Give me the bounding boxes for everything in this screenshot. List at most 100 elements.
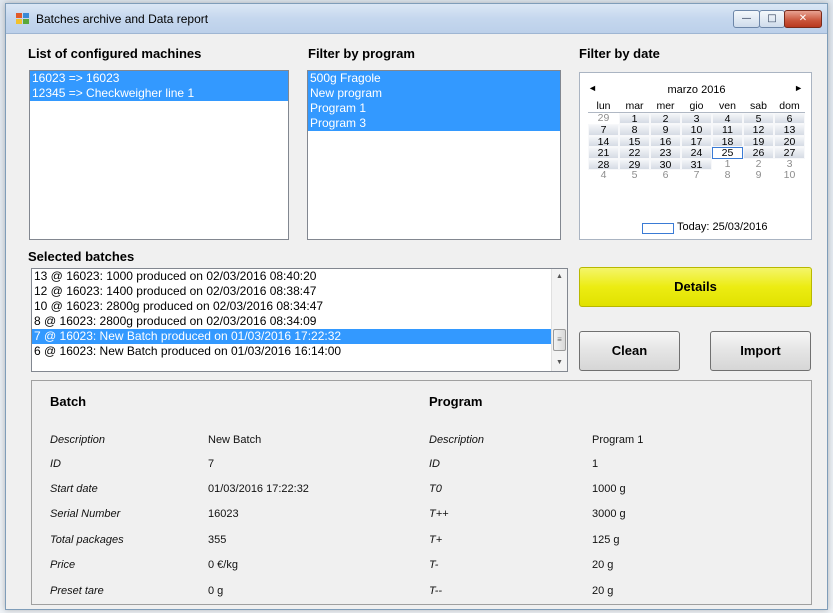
calendar-day[interactable]: 10 xyxy=(774,170,805,182)
calendar-week: 29 1 2 3 4 5 6 xyxy=(588,112,805,125)
batch-field-value: 7 xyxy=(208,458,215,470)
weekday-label: mer xyxy=(650,101,681,113)
import-button[interactable]: Import xyxy=(710,331,811,371)
program-item[interactable]: New program xyxy=(308,86,560,101)
details-button[interactable]: Details xyxy=(579,267,812,307)
batch-heading: Batch xyxy=(50,394,87,409)
calendar-day[interactable]: 10 xyxy=(681,124,712,136)
minimize-button[interactable]: — xyxy=(733,10,760,28)
calendar-day[interactable]: 9 xyxy=(743,170,774,182)
calendar-grid: lun mar mer gio ven sab dom 29 1 2 3 4 5 6 7 8 9 10 11 12 1… xyxy=(588,101,805,182)
calendar-week: 14 15 16 17 18 19 20 xyxy=(588,135,805,147)
batch-field-value: New Batch xyxy=(208,434,262,446)
scroll-down-arrow-icon[interactable]: ▼ xyxy=(552,355,567,371)
program-item[interactable]: 500g Fragole xyxy=(308,71,560,86)
calendar-day[interactable]: 13 xyxy=(774,124,805,136)
calendar-day[interactable]: 24 xyxy=(681,147,712,159)
calendar-day[interactable]: 11 xyxy=(712,124,743,136)
batch-field-value: 355 xyxy=(208,534,227,546)
today-marker-icon xyxy=(642,223,674,234)
machines-listbox[interactable]: 16023 => 16023 12345 => Checkweigher lin… xyxy=(29,70,289,240)
calendar-day[interactable]: 8 xyxy=(619,124,650,136)
programs-listbox[interactable]: 500g Fragole New program Program 1 Progr… xyxy=(307,70,561,240)
program-field-value: 20 g xyxy=(592,559,614,571)
calendar-day[interactable]: 22 xyxy=(619,147,650,159)
calendar-day[interactable]: 16 xyxy=(650,135,681,147)
calendar-day[interactable]: 14 xyxy=(588,135,619,147)
weekday-label: sab xyxy=(743,101,774,113)
calendar-day[interactable]: 17 xyxy=(681,135,712,147)
calendar-day[interactable]: 5 xyxy=(619,170,650,182)
calendar-day[interactable]: 25 xyxy=(712,147,743,159)
calendar-day[interactable]: 3 xyxy=(681,112,712,124)
calendar-day[interactable]: 19 xyxy=(743,135,774,147)
clean-button[interactable]: Clean xyxy=(579,331,680,371)
window-title: Batches archive and Data report xyxy=(36,12,209,26)
calendar-day[interactable]: 6 xyxy=(650,170,681,182)
program-item[interactable]: Program 1 xyxy=(308,101,560,116)
calendar-day[interactable]: 20 xyxy=(774,135,805,147)
batches-scrollbar[interactable]: ▲ ≡ ▼ xyxy=(551,269,567,371)
batch-field-label: Total packages xyxy=(50,534,124,546)
batch-field-label: Preset tare xyxy=(50,585,104,597)
batch-field-value: 0 €/kg xyxy=(208,559,238,571)
calendar-day[interactable]: 4 xyxy=(712,112,743,124)
calendar-day[interactable]: 29 xyxy=(588,112,619,125)
batch-field-label: Serial Number xyxy=(50,508,121,520)
calendar-week: 7 8 9 10 11 12 13 xyxy=(588,124,805,136)
calendar-day[interactable]: 27 xyxy=(774,147,805,159)
maximize-button[interactable]: □ xyxy=(759,10,785,28)
calendar-day[interactable]: 12 xyxy=(743,124,774,136)
machine-item[interactable]: 12345 => Checkweigher line 1 xyxy=(30,86,288,101)
calendar-day[interactable]: 5 xyxy=(743,112,774,124)
batch-item[interactable]: 13 @ 16023: 1000 produced on 02/03/2016 … xyxy=(32,269,567,284)
batch-item[interactable]: 7 @ 16023: New Batch produced on 01/03/2… xyxy=(32,329,567,344)
today-link[interactable]: Today: 25/03/2016 xyxy=(677,221,768,233)
batch-field-value: 0 g xyxy=(208,585,224,597)
batch-field-label: Start date xyxy=(50,483,98,495)
program-field-label: ID xyxy=(429,458,440,470)
calendar-day[interactable]: 7 xyxy=(588,124,619,136)
program-item[interactable]: Program 3 xyxy=(308,116,560,131)
program-field-label: T-- xyxy=(429,585,443,597)
program-field-label: T+ xyxy=(429,534,443,546)
batch-item[interactable]: 6 @ 16023: New Batch produced on 01/03/2… xyxy=(32,344,567,359)
batch-field-value: 01/03/2016 17:22:32 xyxy=(208,483,309,495)
program-field-label: Description xyxy=(429,434,485,446)
weekday-label: ven xyxy=(712,101,743,113)
month-calendar[interactable]: ◄ marzo 2016 ► lun mar mer gio ven sab dom 29 1… xyxy=(579,72,812,240)
close-button[interactable]: ✕ xyxy=(784,10,822,28)
program-field-label: T0 xyxy=(429,483,442,495)
program-field-value: 20 g xyxy=(592,585,614,597)
batch-item[interactable]: 10 @ 16023: 2800g produced on 02/03/2016… xyxy=(32,299,567,314)
programs-label: Filter by program xyxy=(308,46,415,61)
calendar-day[interactable]: 18 xyxy=(712,135,743,147)
scroll-thumb[interactable]: ≡ xyxy=(553,329,566,351)
calendar-day[interactable]: 4 xyxy=(588,170,619,182)
batch-field-value: 16023 xyxy=(208,508,239,520)
calendar-day[interactable]: 8 xyxy=(712,170,743,182)
machine-item[interactable]: 16023 => 16023 xyxy=(30,71,288,86)
machines-label: List of configured machines xyxy=(28,46,202,61)
batches-listbox[interactable]: 13 @ 16023: 1000 produced on 02/03/2016 … xyxy=(31,268,568,372)
batch-item[interactable]: 8 @ 16023: 2800g produced on 02/03/2016 … xyxy=(32,314,567,329)
calendar-day[interactable]: 1 xyxy=(619,112,650,124)
calendar-day[interactable]: 23 xyxy=(650,147,681,159)
calendar-day[interactable]: 7 xyxy=(681,170,712,182)
title-bar[interactable]: Batches archive and Data report — □ ✕ xyxy=(6,4,827,34)
calendar-day[interactable]: 21 xyxy=(588,147,619,159)
program-field-value: 1 xyxy=(592,458,599,470)
weekday-label: gio xyxy=(681,101,712,113)
calendar-day[interactable]: 26 xyxy=(743,147,774,159)
weekday-label: mar xyxy=(619,101,650,113)
calendar-day[interactable]: 2 xyxy=(650,112,681,124)
calendar-day[interactable]: 9 xyxy=(650,124,681,136)
batch-field-label: Description xyxy=(50,434,106,446)
next-month-arrow-icon[interactable]: ► xyxy=(794,83,803,93)
batch-item[interactable]: 12 @ 16023: 1400 produced on 02/03/2016 … xyxy=(32,284,567,299)
calendar-day[interactable]: 15 xyxy=(619,135,650,147)
calendar-day[interactable]: 6 xyxy=(774,112,805,124)
scroll-up-arrow-icon[interactable]: ▲ xyxy=(552,269,567,285)
weekday-label: lun xyxy=(588,101,619,113)
weekday-label: dom xyxy=(774,101,805,113)
